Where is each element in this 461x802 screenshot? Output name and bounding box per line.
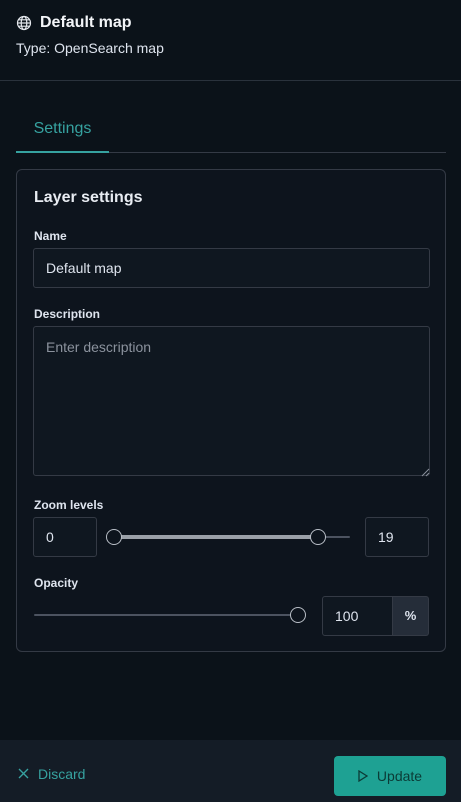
name-label: Name xyxy=(34,229,67,243)
layer-settings-panel: Layer settings Name Description Zoom lev… xyxy=(16,169,446,652)
resize-handle-icon[interactable] xyxy=(420,464,430,477)
layer-type: Type: OpenSearch map xyxy=(16,40,164,56)
layer-title: Default map xyxy=(40,14,132,31)
update-label: Update xyxy=(376,768,423,784)
discard-label: Discard xyxy=(38,766,86,782)
globe-icon xyxy=(16,15,32,31)
zoom-slider-range xyxy=(114,535,318,539)
name-input[interactable] xyxy=(33,248,430,288)
layer-header: Default map Type: OpenSearch map xyxy=(0,0,461,81)
close-icon xyxy=(18,767,29,782)
play-icon xyxy=(358,770,368,782)
update-button[interactable]: Update xyxy=(334,756,446,796)
percent-unit: % xyxy=(393,596,429,636)
opacity-slider-track[interactable] xyxy=(34,614,298,616)
opacity-label: Opacity xyxy=(34,576,79,590)
discard-button[interactable]: Discard xyxy=(18,766,85,782)
tab-settings[interactable]: Settings xyxy=(16,110,109,153)
zoom-max-thumb[interactable] xyxy=(309,529,326,545)
opacity-input[interactable] xyxy=(322,596,393,636)
description-textarea[interactable] xyxy=(33,326,430,476)
zoom-min-thumb[interactable] xyxy=(106,529,122,545)
panel-title: Layer settings xyxy=(34,189,143,206)
zoom-max-input[interactable] xyxy=(365,517,429,557)
footer-bar: Discard Update xyxy=(0,740,461,802)
tab-bar: Settings xyxy=(16,110,446,153)
opacity-thumb[interactable] xyxy=(290,607,306,623)
description-label: Description xyxy=(34,307,101,321)
zoom-min-input[interactable] xyxy=(33,517,97,557)
title-row: Default map xyxy=(16,14,132,32)
zoom-levels-label: Zoom levels xyxy=(34,498,104,512)
